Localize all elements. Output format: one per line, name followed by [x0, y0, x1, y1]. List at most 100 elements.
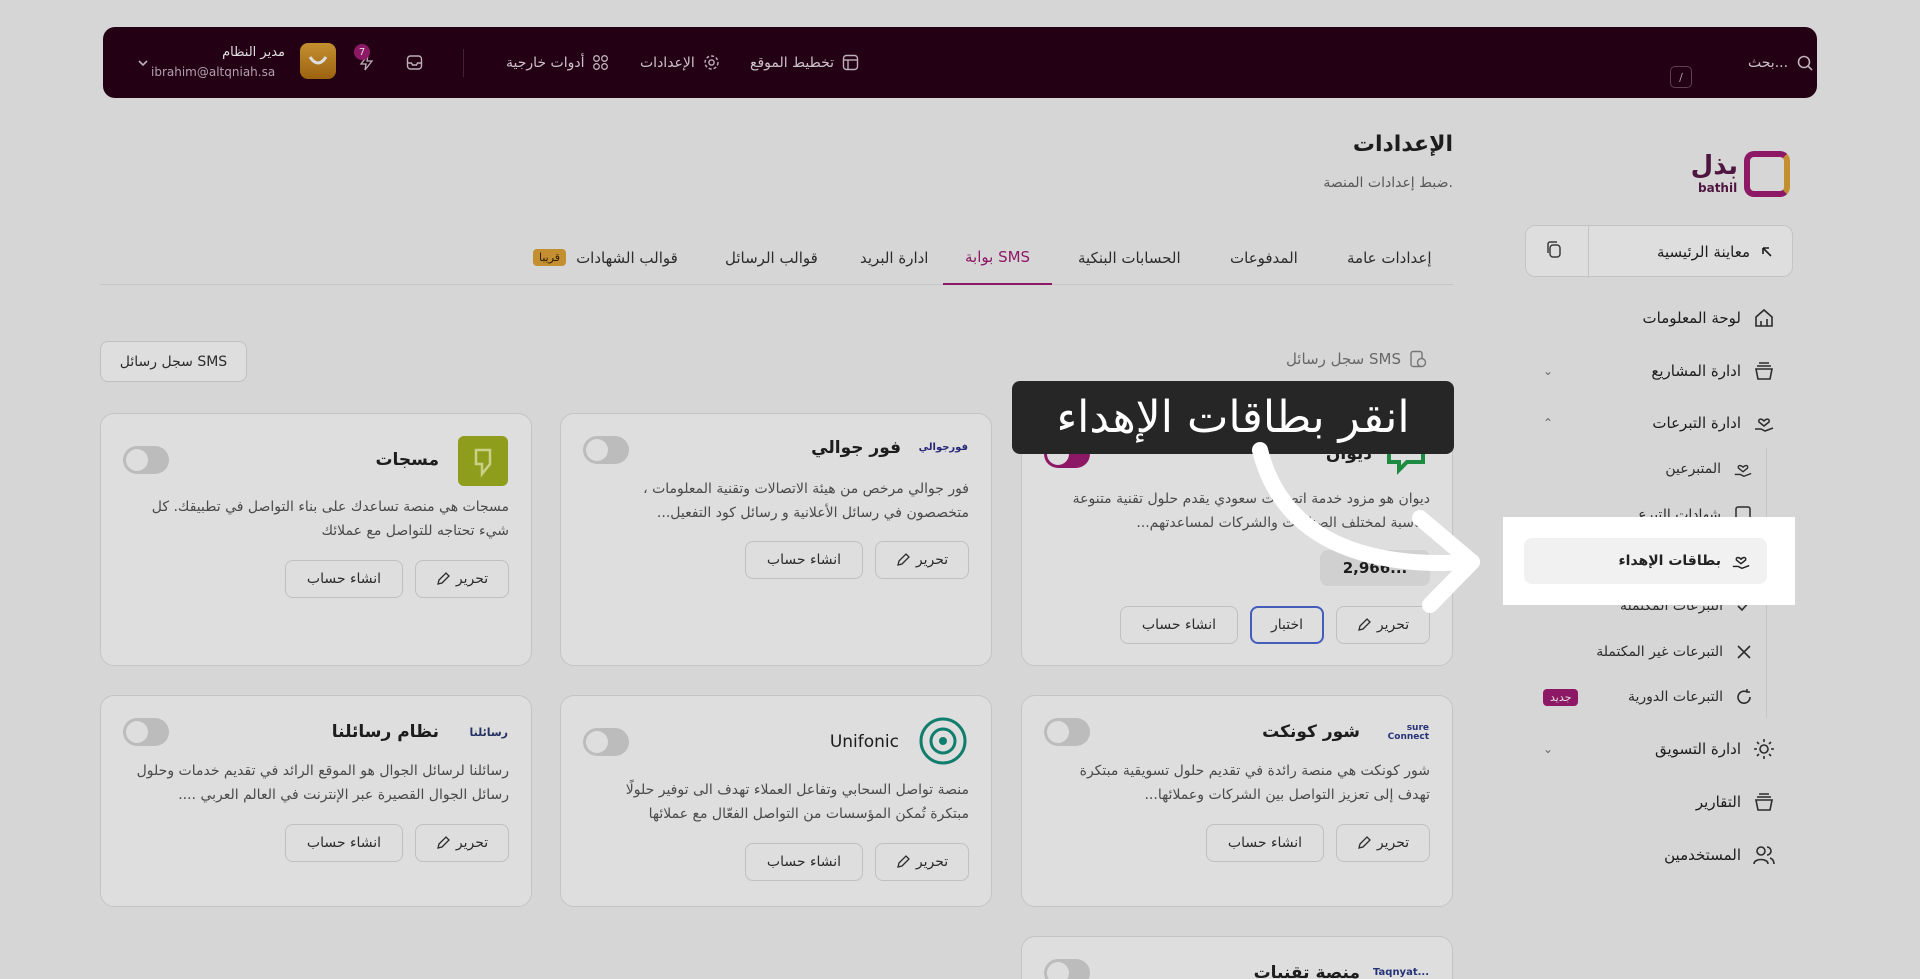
avatar[interactable]: [300, 43, 336, 79]
provider-toggle[interactable]: [1044, 718, 1090, 746]
provider-toggle[interactable]: [123, 718, 169, 746]
arrow-up-left-icon: [1762, 247, 1772, 257]
preview-divider: [1588, 226, 1589, 278]
inbox-icon: [406, 55, 423, 70]
search-shortcut-key: /: [1670, 66, 1692, 88]
edit-button-label: تحرير: [915, 854, 949, 870]
pencil-icon: [1357, 618, 1371, 631]
create-account-button[interactable]: انشاء حساب: [285, 824, 403, 862]
sms-log-button[interactable]: سجل رسائل SMS: [100, 341, 247, 382]
sureconnect-logo: sure Connect: [1387, 723, 1429, 742]
pencil-icon: [1357, 836, 1371, 849]
provider-description: شور كونكت هي منصة رائدة في تقديم حلول تس…: [1079, 763, 1430, 803]
provider-name: فور جوالي: [811, 438, 901, 458]
tab-certificate-templates[interactable]: قريبا قوالب الشهادات: [525, 230, 678, 285]
notifications-button[interactable]: [358, 27, 375, 98]
pencil-icon: [436, 572, 450, 585]
create-account-button[interactable]: انشاء حساب: [745, 843, 863, 881]
provider-toggle[interactable]: [1044, 959, 1090, 979]
sidebar-item-incomplete[interactable]: التبرعات غير المكتملة: [1525, 632, 1793, 672]
create-account-button[interactable]: انشاء حساب: [285, 560, 403, 598]
inbox-button[interactable]: [406, 27, 423, 98]
sidebar-item-label: التقارير: [1695, 793, 1741, 811]
provider-toggle[interactable]: [583, 728, 629, 756]
nav-site-layout[interactable]: تخطيط الموقع: [750, 27, 859, 98]
top-navigation-bar: بحث... / تخطيط الموقع الإعدادات أدوات خا…: [103, 27, 1817, 98]
edit-button[interactable]: تحرير: [415, 560, 509, 598]
sidebar-item-donors[interactable]: المتبرعين: [1525, 449, 1793, 489]
chevron-up-icon: ⌃: [1543, 416, 1554, 430]
hand-heart-icon: [1732, 556, 1750, 570]
sms-log-heading: سجل رسائل SMS: [1260, 350, 1427, 368]
nav-settings[interactable]: الإعدادات: [640, 27, 720, 98]
sidebar-item-donations[interactable]: ⌃ ادارة التبرعات: [1525, 403, 1793, 443]
search-area[interactable]: بحث...: [1748, 27, 1814, 98]
provider-toggle[interactable]: [583, 436, 629, 464]
sidebar-item-marketing[interactable]: ⌄ ادارة التسويق: [1525, 729, 1793, 769]
quote-icon: [474, 448, 492, 478]
create-account-button[interactable]: انشاء حساب: [1120, 606, 1238, 644]
users-icon: [1753, 846, 1775, 865]
layers-icon: [1755, 793, 1773, 811]
layout-icon: [842, 54, 859, 71]
copy-button[interactable]: [1544, 240, 1564, 260]
edit-button[interactable]: تحرير: [875, 541, 969, 579]
bathil-logo: بذل bathil: [1684, 151, 1790, 199]
gear-icon: [704, 55, 719, 70]
tab-message-templates[interactable]: قوالب الرسائل: [725, 230, 818, 285]
page-subtitle: ضبط إعدادات المنصة.: [1323, 175, 1453, 191]
sidebar-item-label: بطاقات الإهداء: [1618, 553, 1722, 569]
soon-badge: قريبا: [533, 249, 567, 266]
pencil-icon: [436, 836, 450, 849]
provider-description: رسائلنا لرسائل الجوال هو الموقع الرائد ف…: [136, 763, 509, 803]
provider-card-rasaelna: رسائلنا نظام رسائلنا رسائلنا لرسائل الجو…: [100, 695, 532, 907]
tab-sms-gateway[interactable]: بوابة SMS: [943, 230, 1053, 285]
provider-toggle[interactable]: [123, 446, 169, 474]
tab-general[interactable]: إعدادات عامة: [1347, 230, 1432, 285]
sun-icon: [1754, 739, 1774, 759]
sidebar-item-reports[interactable]: التقارير: [1525, 782, 1793, 822]
edit-button[interactable]: تحرير: [875, 843, 969, 881]
rasaelna-logo: رسائلنا: [469, 726, 508, 739]
edit-button[interactable]: تحرير: [1336, 824, 1430, 862]
sidebar-item-users[interactable]: المستخدمين: [1525, 835, 1793, 875]
tab-mail[interactable]: ادارة البريد: [860, 230, 928, 285]
provider-name: مسجات: [375, 450, 439, 470]
settings-tabs: إعدادات عامة المدفوعات الحسابات البنكية …: [100, 230, 1453, 285]
provider-name: Unifonic: [829, 732, 899, 752]
nav-external-tools[interactable]: أدوات خارجية: [506, 27, 609, 98]
sidebar-item-label: لوحة المعلومات: [1642, 309, 1742, 327]
target-icon: [919, 717, 967, 765]
chevron-down-icon: ⌄: [1543, 742, 1554, 756]
create-account-button[interactable]: انشاء حساب: [1206, 824, 1324, 862]
home-icon: [1755, 308, 1773, 327]
sidebar-item-label: التبرعات غير المكتملة: [1596, 644, 1723, 660]
sidebar-item-label: ادارة التسويق: [1655, 740, 1741, 758]
edit-button-label: تحرير: [455, 835, 489, 851]
sidebar-item-recurring[interactable]: جديد التبرعات الدورية: [1525, 677, 1793, 717]
edit-button[interactable]: تحرير: [415, 824, 509, 862]
layers-icon: [1755, 362, 1773, 380]
notification-count-badge: 7: [354, 44, 370, 60]
nav-external-tools-label: أدوات خارجية: [506, 54, 585, 71]
tab-bank-accounts[interactable]: الحسابات البنكية: [1078, 230, 1181, 285]
edit-button-label: تحرير: [1376, 835, 1410, 851]
msegat-logo: [458, 436, 508, 486]
provider-card-4jawaly: فورجوالي فور جوالي فور جوالي مرخص من هيئ…: [560, 413, 992, 666]
user-menu-toggle[interactable]: [137, 27, 149, 98]
tab-payments[interactable]: المدفوعات: [1230, 230, 1298, 285]
provider-card-sureconnect: sure Connect شور كونكت شور كونكت هي منصة…: [1021, 695, 1453, 907]
sidebar-item-gift-cards[interactable]: بطاقات الإهداء: [1524, 538, 1767, 584]
close-icon: [1737, 645, 1751, 659]
create-account-button[interactable]: انشاء حساب: [745, 541, 863, 579]
sidebar-item-projects[interactable]: ⌄ ادارة المشاريع: [1525, 351, 1793, 391]
page-title: الإعدادات: [1352, 132, 1453, 157]
provider-card-taqnyat: Taqnyat... منصة تقنيات: [1021, 936, 1453, 979]
sidebar-item-dashboard[interactable]: لوحة المعلومات: [1525, 298, 1793, 338]
nav-settings-label: الإعدادات: [640, 54, 695, 71]
preview-home-label: معاينة الرئيسية: [1656, 243, 1750, 261]
provider-name: منصة تقنيات: [1253, 963, 1360, 979]
chevron-down-icon: ⌄: [1543, 364, 1554, 378]
curved-arrow-icon: [1252, 442, 1480, 613]
preview-home-link[interactable]: معاينة الرئيسية: [1657, 226, 1774, 278]
